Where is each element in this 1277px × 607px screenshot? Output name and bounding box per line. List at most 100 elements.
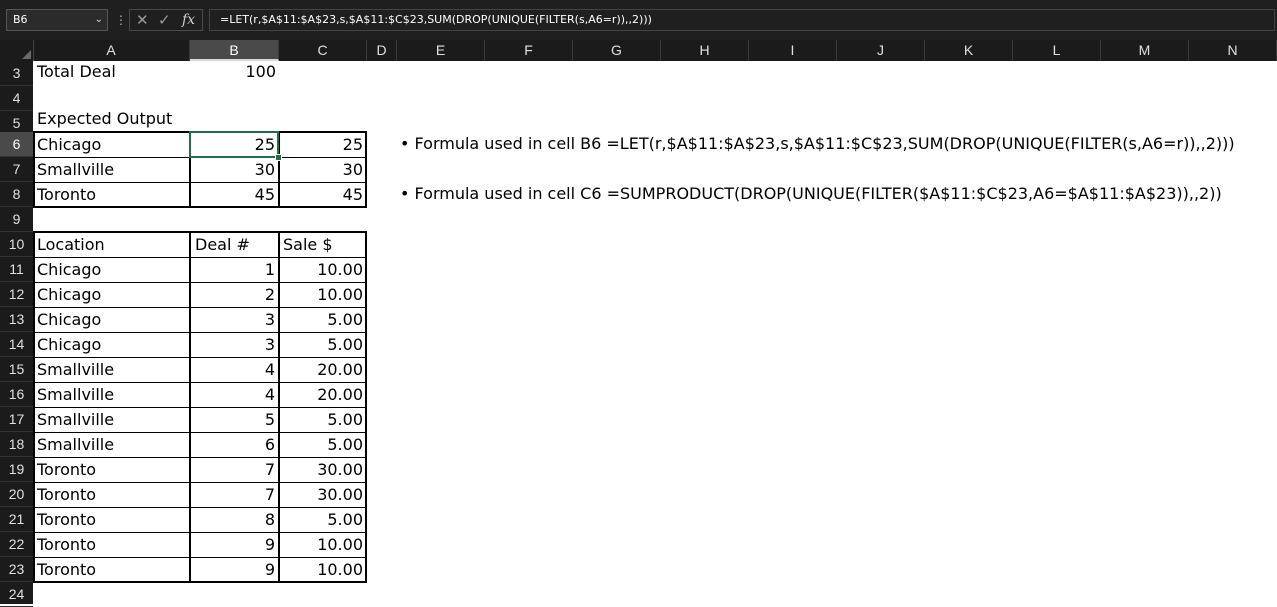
formula-input[interactable]: =LET(r,$A$11:$A$23,s,$A$11:$C$23,SUM(DRO… [209, 9, 1275, 31]
row-header-18[interactable]: 18 [0, 432, 33, 457]
row-header-19[interactable]: 19 [0, 457, 33, 482]
row-header-6[interactable]: 6 [0, 132, 33, 157]
cell-b6[interactable]: 25 [190, 132, 278, 157]
table-row-deal[interactable]: 5 [190, 407, 278, 432]
table-row-location[interactable]: Smallville [34, 432, 189, 457]
column-header-f[interactable]: F [485, 40, 573, 61]
table-row-deal[interactable]: 6 [190, 432, 278, 457]
table-row-sale[interactable]: 5.00 [280, 307, 366, 332]
table-header-deal[interactable]: Deal # [192, 232, 278, 257]
column-header-l[interactable]: L [1013, 40, 1101, 61]
name-box[interactable]: B6 ⌄ [6, 9, 108, 31]
fill-handle[interactable] [275, 154, 282, 161]
cell-c8[interactable]: 45 [280, 182, 366, 207]
column-header-d[interactable]: D [367, 40, 397, 61]
cell-a6[interactable]: Chicago [34, 132, 189, 157]
row-header-22[interactable]: 22 [0, 532, 33, 557]
cell-b8[interactable]: 45 [190, 182, 278, 207]
table-row-location[interactable]: Smallville [34, 407, 189, 432]
table-row-sale[interactable]: 10.00 [280, 557, 366, 582]
row-header-16[interactable]: 16 [0, 382, 33, 407]
table-row-location[interactable]: Toronto [34, 507, 189, 532]
table-row-deal[interactable]: 7 [190, 457, 278, 482]
check-icon[interactable]: ✓ [158, 10, 171, 30]
row-header-14[interactable]: 14 [0, 332, 33, 357]
row-header-7[interactable]: 7 [0, 157, 33, 182]
row-header-21[interactable]: 21 [0, 507, 33, 532]
cell-b3[interactable]: 100 [190, 59, 279, 84]
table-row-location[interactable]: Smallville [34, 382, 189, 407]
table-row-sale[interactable]: 5.00 [280, 407, 366, 432]
table-row-deal[interactable]: 1 [190, 257, 278, 282]
table-row-deal[interactable]: 7 [190, 482, 278, 507]
table-row-location[interactable]: Toronto [34, 457, 189, 482]
column-header-g[interactable]: G [573, 40, 661, 61]
column-header-c[interactable]: C [279, 40, 367, 61]
column-header-e[interactable]: E [397, 40, 485, 61]
table-row-location[interactable]: Smallville [34, 357, 189, 382]
table-row-location[interactable]: Chicago [34, 332, 189, 357]
fx-icon[interactable]: fx [182, 10, 195, 30]
column-header-h[interactable]: H [661, 40, 749, 61]
table-row-location[interactable]: Chicago [34, 307, 189, 332]
cell-b7[interactable]: 30 [190, 157, 278, 182]
table-row-location[interactable]: Toronto [34, 532, 189, 557]
row-header-15[interactable]: 15 [0, 357, 33, 382]
table-row-sale[interactable]: 10.00 [280, 532, 366, 557]
table-row-deal[interactable]: 9 [190, 532, 278, 557]
chevron-down-icon[interactable]: ⌄ [95, 10, 103, 30]
table-row-sale[interactable]: 30.00 [280, 482, 366, 507]
table-header-location[interactable]: Location [34, 232, 189, 257]
row-header-11[interactable]: 11 [0, 257, 33, 282]
column-header-a[interactable]: A [33, 40, 190, 61]
more-options-icon[interactable]: ⋮ [115, 10, 127, 30]
row-header-9[interactable]: 9 [0, 207, 33, 232]
x-icon[interactable]: ✕ [136, 10, 149, 30]
table-row-sale[interactable]: 10.00 [280, 282, 366, 307]
table-row-deal[interactable]: 2 [190, 282, 278, 307]
cell-a8[interactable]: Toronto [34, 182, 189, 207]
table-row-sale[interactable]: 5.00 [280, 432, 366, 457]
row-header-8[interactable]: 8 [0, 182, 33, 207]
note-b6-formula[interactable]: • Formula used in cell B6 =LET(r,$A$11:$… [400, 131, 1235, 156]
column-header-b[interactable]: B [190, 40, 279, 61]
table-row-deal[interactable]: 9 [190, 557, 278, 582]
column-header-n[interactable]: N [1189, 40, 1277, 61]
table-row-deal[interactable]: 3 [190, 307, 278, 332]
table-row-sale[interactable]: 5.00 [280, 507, 366, 532]
table-row-sale[interactable]: 10.00 [280, 257, 366, 282]
row-header-17[interactable]: 17 [0, 407, 33, 432]
cell-a3[interactable]: Total Deal [34, 59, 190, 84]
row-header-13[interactable]: 13 [0, 307, 33, 332]
table-row-sale[interactable]: 5.00 [280, 332, 366, 357]
select-all-corner[interactable] [0, 40, 34, 61]
row-header-4[interactable]: 4 [0, 86, 33, 111]
table-row-location[interactable]: Toronto [34, 557, 189, 582]
table-row-sale[interactable]: 20.00 [280, 357, 366, 382]
column-header-k[interactable]: K [925, 40, 1013, 61]
cell-a7[interactable]: Smallville [34, 157, 189, 182]
table-row-location[interactable]: Chicago [34, 282, 189, 307]
table-row-deal[interactable]: 3 [190, 332, 278, 357]
row-header-10[interactable]: 10 [0, 232, 33, 257]
row-header-3[interactable]: 3 [0, 61, 33, 86]
row-header-12[interactable]: 12 [0, 282, 33, 307]
column-header-i[interactable]: I [749, 40, 837, 61]
cell-c6[interactable]: 25 [280, 132, 366, 157]
table-row-deal[interactable]: 4 [190, 382, 278, 407]
table-row-deal[interactable]: 8 [190, 507, 278, 532]
cell-c7[interactable]: 30 [280, 157, 366, 182]
column-header-j[interactable]: J [837, 40, 925, 61]
row-header-24[interactable]: 24 [0, 582, 33, 607]
table-row-deal[interactable]: 4 [190, 357, 278, 382]
note-c6-formula[interactable]: • Formula used in cell C6 =SUMPRODUCT(DR… [400, 181, 1222, 206]
table-row-location[interactable]: Toronto [34, 482, 189, 507]
table-row-location[interactable]: Chicago [34, 257, 189, 282]
row-header-20[interactable]: 20 [0, 482, 33, 507]
row-header-23[interactable]: 23 [0, 557, 33, 582]
table-header-sale[interactable]: Sale $ [280, 232, 366, 257]
cell-a5[interactable]: Expected Output [34, 106, 190, 131]
column-header-m[interactable]: M [1101, 40, 1189, 61]
table-row-sale[interactable]: 20.00 [280, 382, 366, 407]
table-row-sale[interactable]: 30.00 [280, 457, 366, 482]
